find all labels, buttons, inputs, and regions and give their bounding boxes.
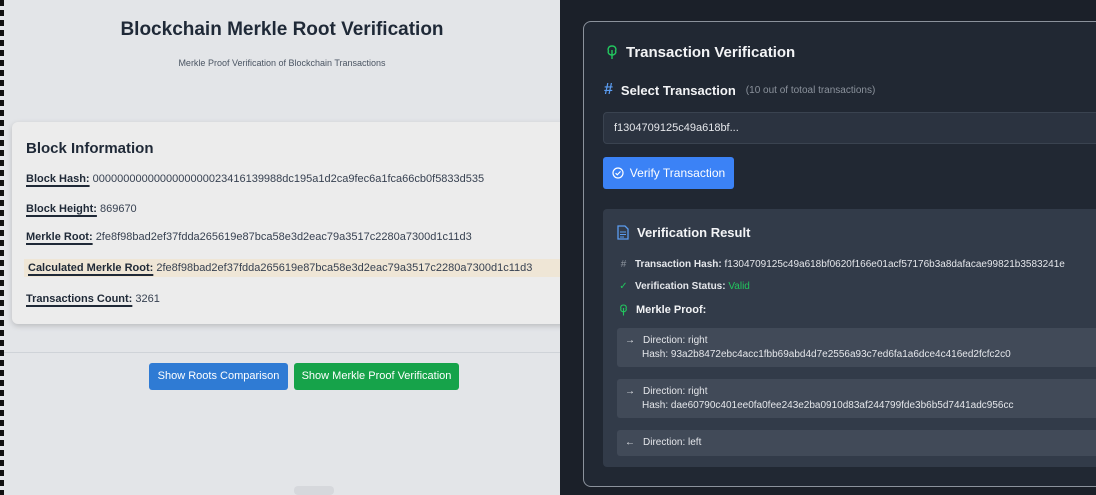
proof-hash: Hash: 93a2b8472ebc4acc1fbb69abd4d7e2556a… [642,349,1011,360]
merkle-root-row: Merkle Root: 2fe8f98bad2ef37fdda265619e8… [26,231,472,243]
block-height-value: 869670 [99,203,137,215]
verification-status-label: Verification Status: [635,281,726,292]
block-height-label: Block Height: [26,203,97,215]
merkle-root-label: Merkle Root: [26,231,93,243]
calculated-merkle-root-row: Calculated Merkle Root: 2fe8f98bad2ef37f… [24,259,560,277]
verification-status-value: Valid [728,281,750,292]
verification-pane: Transaction Verification # Select Transa… [560,0,1096,495]
calculated-merkle-root-label: Calculated Merkle Root: [28,262,154,274]
transaction-hash-row: # Transaction Hash: f1304709125c49a618bf… [619,259,1065,270]
verification-result-label: Verification Result [637,225,751,240]
proof-direction: Direction: right [643,386,708,397]
block-hash-value: 0000000000000000000023416139988dc195a1d2… [92,173,485,185]
proof-step: → Direction: right Hash: 93a2b8472ebc4ac… [617,328,1096,367]
transaction-hash-label: Transaction Hash: [635,259,722,270]
transaction-select[interactable]: f1304709125c49a618bf... [603,112,1096,144]
block-info-pane: Blockchain Merkle Root Verification Merk… [4,0,560,495]
proof-direction: Direction: left [643,437,702,448]
transactions-count-row: Transactions Count: 3261 [26,293,160,305]
proof-step: → Direction: right Hash: dae60790c401ee0… [617,379,1096,418]
hash-icon: # [604,81,613,98]
page-subtitle: Merkle Proof Verification of Blockchain … [178,58,386,68]
arrow-left-icon: ← [625,437,635,448]
show-roots-comparison-button[interactable]: Show Roots Comparison [149,363,288,390]
block-hash-label: Block Hash: [26,173,90,185]
block-hash-row: Block Hash: 0000000000000000000023416139… [26,173,484,185]
transaction-hash-value: f1304709125c49a618bf0620f166e01acf57176b… [724,259,1065,270]
block-info-card: Block Information Block Hash: 0000000000… [12,122,560,324]
faint-scroll-mark [294,486,334,495]
select-transaction-title: # Select Transaction (10 out of totoal t… [604,81,875,99]
block-height-row: Block Height: 869670 [26,203,137,215]
verification-result-box: Verification Result # Transaction Hash: … [603,209,1096,467]
hash-icon: # [620,259,627,270]
verify-transaction-button[interactable]: Verify Transaction [603,157,734,189]
select-transaction-label: Select Transaction [620,82,736,98]
proof-hash: Hash: dae60790c401ee0fa0fee243e2ba0910d8… [642,400,1014,411]
arrow-right-icon: → [625,335,635,346]
check-circle-icon [612,167,624,179]
panel-title-text: Transaction Verification [626,44,796,61]
transactions-count-value: 3261 [135,293,160,305]
panel-title: Transaction Verification [606,44,795,61]
document-icon [617,225,629,240]
block-info-heading: Block Information [26,140,154,157]
arrow-right-icon: → [625,386,635,397]
verify-transaction-label: Verify Transaction [629,166,726,180]
tree-icon [606,45,618,60]
section-divider [4,352,560,353]
verification-result-title: Verification Result [617,225,750,240]
proof-step: ← Direction: left [617,430,1096,456]
tree-icon [619,304,628,316]
proof-direction: Direction: right [643,335,708,346]
merkle-proof-title: Merkle Proof: [619,304,706,316]
transactions-count-label: Transactions Count: [26,293,133,305]
transaction-verification-panel: Transaction Verification # Select Transa… [583,21,1096,487]
check-icon: ✓ [619,281,628,292]
page-title: Blockchain Merkle Root Verification [120,19,444,40]
calculated-merkle-root-value: 2fe8f98bad2ef37fdda265619e87bca58e3d2eac… [156,262,533,274]
verification-status-row: ✓ Verification Status: Valid [619,281,750,292]
merkle-proof-label: Merkle Proof: [636,304,707,316]
merkle-root-value: 2fe8f98bad2ef37fdda265619e87bca58e3d2eac… [95,231,472,243]
select-transaction-hint: (10 out of totoal transactions) [745,84,876,96]
show-merkle-proof-button[interactable]: Show Merkle Proof Verification [294,363,459,390]
